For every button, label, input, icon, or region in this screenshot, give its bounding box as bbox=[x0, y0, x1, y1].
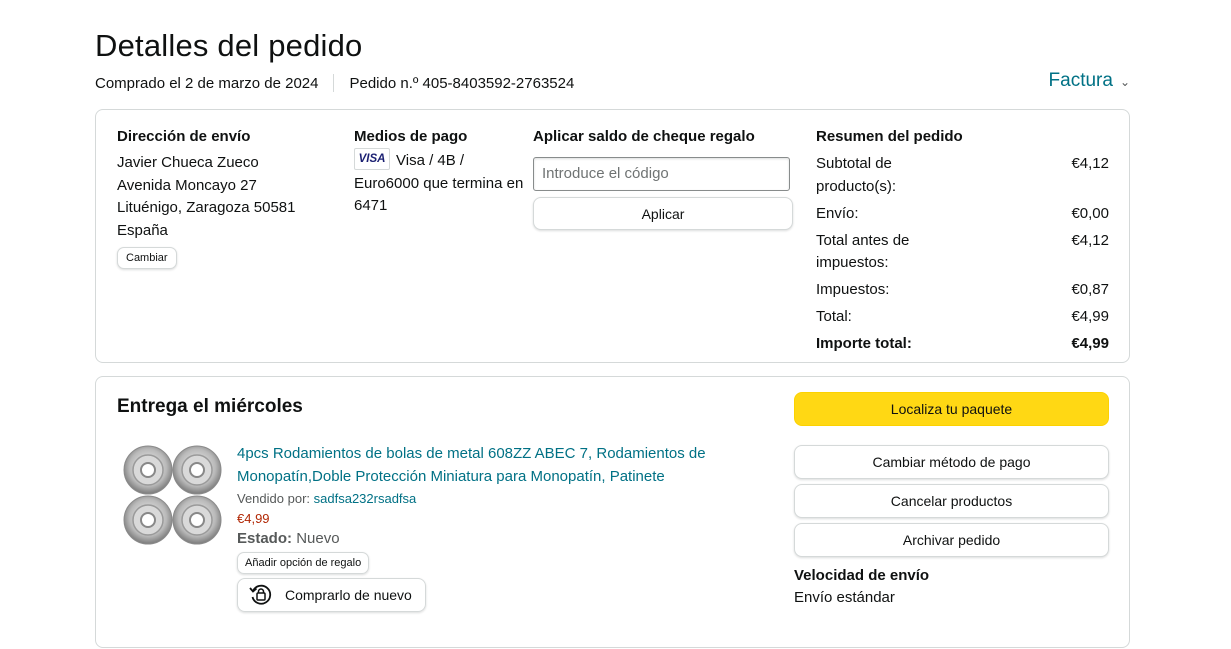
add-gift-option-button[interactable]: Añadir opción de regalo bbox=[237, 552, 370, 574]
summary-label: Envío: bbox=[816, 204, 859, 222]
archive-order-button[interactable]: Archivar pedido bbox=[794, 523, 1109, 557]
summary-label: Importe total: bbox=[816, 335, 912, 352]
recipient-name: Javier Chueca Zueco bbox=[117, 154, 259, 171]
product-title-link[interactable]: 4pcs Rodamientos de bolas de metal 608ZZ… bbox=[237, 443, 757, 488]
product-status: Estado: Nuevo bbox=[237, 530, 757, 547]
product-info: 4pcs Rodamientos de bolas de metal 608ZZ… bbox=[237, 443, 757, 613]
sold-by-label: Vendido por: bbox=[237, 491, 311, 506]
chevron-down-icon: ⌄ bbox=[1119, 75, 1130, 89]
summary-label: Total: bbox=[816, 308, 852, 325]
apply-gift-button[interactable]: Aplicar bbox=[533, 197, 793, 230]
buy-again-button[interactable]: Comprarlo de nuevo bbox=[237, 578, 426, 612]
order-actions: Localiza tu paquete Cambiar método de pa… bbox=[794, 392, 1109, 606]
visa-card-icon: VISA bbox=[354, 148, 390, 171]
delivery-title: Entrega el miércoles bbox=[117, 396, 303, 417]
summary-label: Subtotal de producto(s): bbox=[816, 155, 897, 195]
summary-row-tax: Impuestos: €0,87 bbox=[816, 279, 1109, 302]
gift-code-input[interactable]: Introduce el código bbox=[533, 157, 790, 191]
summary-row-shipping: Envío: €0,00 bbox=[816, 203, 1109, 226]
summary-value: €4,99 bbox=[1071, 335, 1109, 352]
change-address-button[interactable]: Cambiar bbox=[117, 247, 177, 269]
purchase-date: Comprado el 2 de marzo de 2024 bbox=[95, 74, 319, 92]
summary-label: Total antes de impuestos: bbox=[816, 231, 910, 272]
summary-value: €4,12 bbox=[1071, 231, 1109, 249]
order-summary-title: Resumen del pedido bbox=[816, 128, 963, 145]
buy-again-label: Comprarlo de nuevo bbox=[285, 587, 412, 603]
cancel-items-button[interactable]: Cancelar productos bbox=[794, 484, 1109, 518]
shipping-speed-value: Envío estándar bbox=[794, 589, 895, 606]
summary-value: €0,87 bbox=[1071, 281, 1109, 298]
city-line: Lituénigo, Zaragoza 50581 bbox=[117, 199, 296, 216]
payment-method-title: Medios de pago bbox=[354, 128, 468, 145]
seller-line: Vendido por: sadfsa232rsadfsa bbox=[237, 491, 757, 506]
street-line: Avenida Moncayo 27 bbox=[117, 176, 257, 194]
seller-link[interactable]: sadfsa232rsadfsa bbox=[314, 491, 417, 506]
shipping-address-section: Dirección de envío Javier Chueca Zueco A… bbox=[117, 128, 337, 269]
summary-label: Impuestos: bbox=[816, 281, 890, 298]
gift-card-title: Aplicar saldo de cheque regalo bbox=[533, 128, 755, 145]
track-package-button[interactable]: Localiza tu paquete bbox=[794, 392, 1109, 426]
gift-card-section: Aplicar saldo de cheque regalo Introduce… bbox=[533, 128, 793, 230]
summary-row-subtotal: Subtotal de producto(s): €4,12 bbox=[816, 153, 1109, 198]
product-image[interactable] bbox=[123, 443, 222, 547]
status-value: Nuevo bbox=[296, 530, 340, 547]
page-title: Detalles del pedido bbox=[95, 28, 363, 63]
shipping-address-title: Dirección de envío bbox=[117, 128, 251, 145]
order-summary-section: Resumen del pedido Subtotal de producto(… bbox=[816, 128, 1109, 360]
summary-row-pretax: Total antes de impuestos: €4,12 bbox=[816, 230, 1109, 275]
payment-method-section: Medios de pago VISA Visa / 4B / Euro6000 … bbox=[354, 128, 524, 218]
shipment-box: Entrega el miércoles 4pcs Rodamientos de bbox=[95, 376, 1130, 648]
shipping-speed-title: Velocidad de envío bbox=[794, 567, 930, 584]
status-label: Estado: bbox=[237, 530, 293, 547]
invoice-label: Factura bbox=[1048, 70, 1113, 91]
summary-row-total: Total: €4,99 bbox=[816, 306, 1109, 329]
order-meta: Comprado el 2 de marzo de 2024 Pedido n.… bbox=[95, 74, 574, 92]
summary-value: €4,12 bbox=[1071, 155, 1109, 172]
country-line: España bbox=[117, 221, 168, 239]
summary-row-grand-total: Importe total: €4,99 bbox=[816, 333, 1109, 356]
buy-again-icon bbox=[249, 584, 272, 605]
summary-value: €0,00 bbox=[1071, 204, 1109, 222]
invoice-dropdown[interactable]: Factura ⌄ bbox=[1049, 70, 1130, 92]
divider bbox=[333, 74, 335, 92]
order-number: Pedido n.º 405-8403592-2763524 bbox=[349, 74, 575, 92]
product-price: €4,99 bbox=[237, 511, 270, 526]
change-payment-button[interactable]: Cambiar método de pago bbox=[794, 445, 1109, 479]
order-info-box: Dirección de envío Javier Chueca Zueco A… bbox=[95, 109, 1130, 363]
summary-value: €4,99 bbox=[1071, 308, 1109, 325]
